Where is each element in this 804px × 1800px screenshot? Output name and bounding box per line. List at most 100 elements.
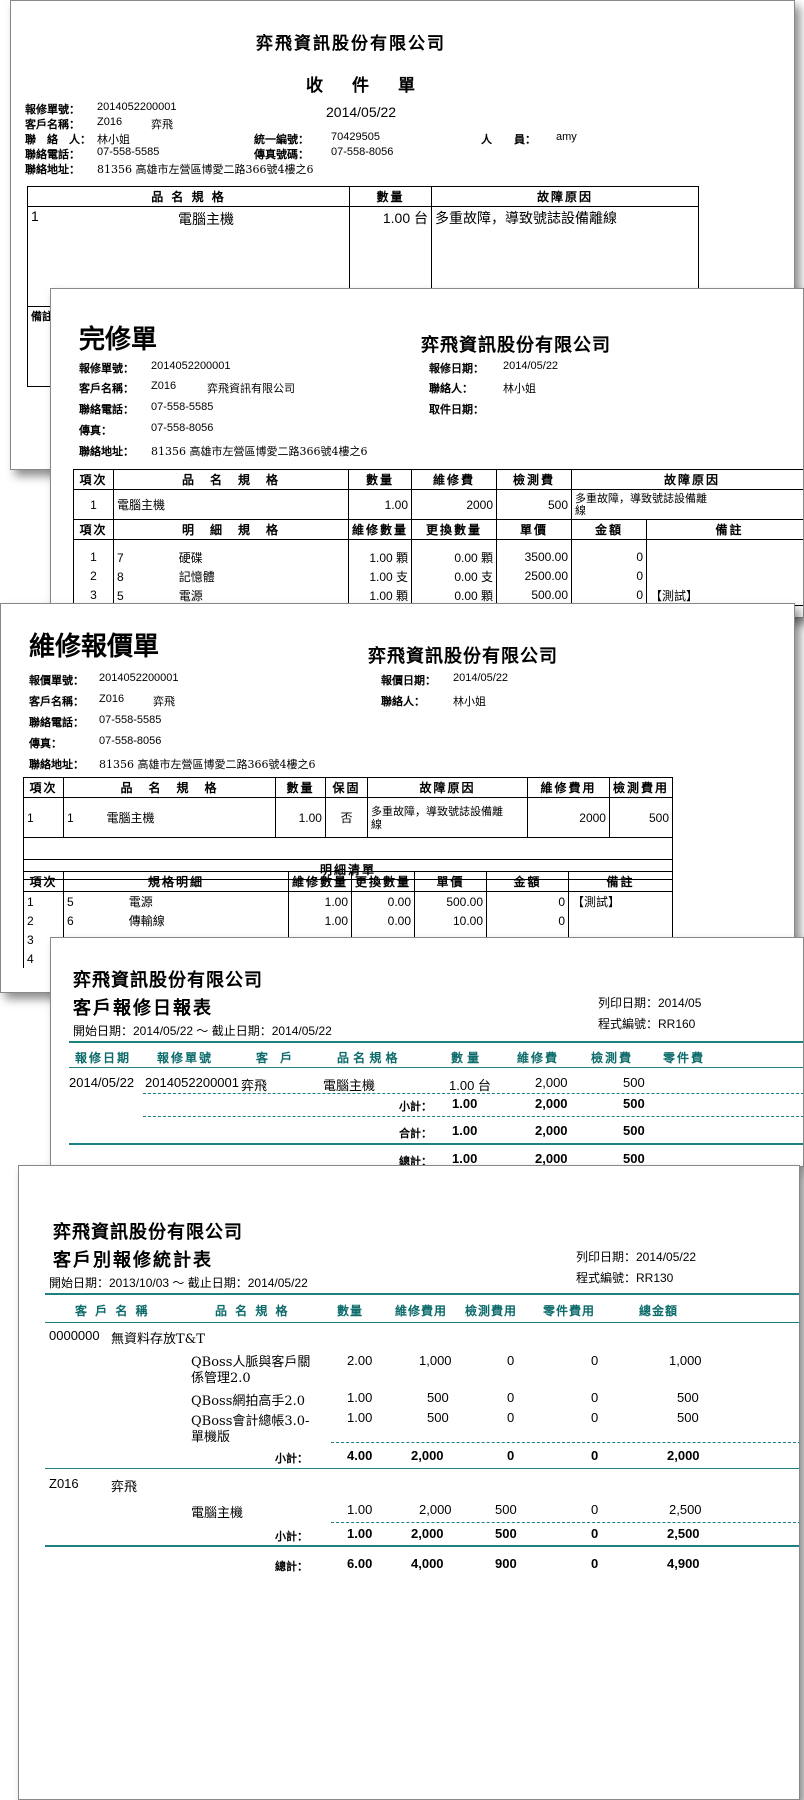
group-name: 無資料存放T&T: [111, 1332, 205, 1347]
label-addr: 聯絡地址：: [79, 445, 134, 458]
cell-replace: 0.00 顆: [411, 547, 498, 567]
label-no: 報修單號：: [25, 103, 80, 116]
cell-reason: 多重故障，導致號誌設備離: [370, 804, 503, 818]
cell-note: [646, 547, 803, 567]
cell-amount: 0: [486, 911, 570, 930]
cell-total: 500: [677, 1390, 699, 1405]
cell-replace: 0.00: [351, 911, 416, 930]
label-addr: 聯絡地址：: [25, 163, 80, 176]
subtotal-total: 2,000: [667, 1448, 700, 1463]
label-no: 報修單號：: [79, 362, 134, 375]
total-parts: 0: [591, 1556, 599, 1571]
col-note: 備註: [646, 519, 803, 540]
value-fax: 07-558-8056: [99, 735, 162, 747]
col-fee: 維修費: [517, 1051, 560, 1065]
cell-qty: 1.00 支: [347, 566, 413, 586]
value-addr: 81356 高雄市左營區博愛二路366號4樓之6: [97, 163, 314, 176]
row-item: 電腦主機: [178, 212, 234, 228]
value-addr: 81356 高雄市左營區博愛二路366號4樓之6: [99, 758, 316, 771]
value-cust-code: Z016: [151, 380, 177, 392]
table-header: 項次 品 名 規 格 數量 維修費 檢測費 故障原因: [73, 469, 803, 490]
company-name: 弈飛資訊股份有限公司: [256, 34, 446, 54]
cell-date: 2014/05/22: [69, 1075, 135, 1090]
cell-qty: 1.00: [347, 1502, 373, 1517]
cell-price: 10.00: [414, 911, 488, 930]
group-code: Z016: [49, 1476, 79, 1491]
label-cust: 客戶名稱：: [25, 118, 80, 131]
label-phone: 聯絡電話：: [25, 148, 80, 161]
value-cust-name: 弈飛: [151, 118, 173, 131]
cell-item-wrap: 係管理2.0: [191, 1371, 251, 1386]
label-qdate: 報價日期：: [381, 674, 436, 687]
cell-fee: 500: [427, 1410, 449, 1425]
cell-no: 2014052200001: [145, 1075, 239, 1090]
cell-note: [646, 566, 803, 586]
cell-reason: 多重故障，導致號誌設備離: [575, 491, 708, 505]
subtotal-fee: 2,000: [411, 1448, 444, 1463]
cell-no: 1: [23, 797, 64, 838]
sum-qty: 1.00: [452, 1123, 478, 1138]
col-cust: 客 戶: [256, 1051, 293, 1065]
cell-item: 電腦主機: [113, 489, 349, 520]
cell-item: 電腦主機: [191, 1506, 244, 1521]
label-taxid: 統一編號：: [254, 133, 309, 146]
print-date: 列印日期：2014/05/22: [576, 1250, 697, 1264]
cell-code: 1: [63, 797, 104, 838]
cell-code: 6: [67, 914, 74, 928]
col-parts: 零件費用: [543, 1304, 596, 1318]
table-row: 1 5 電源 1.00 0.00 500.00 0 【測試】: [23, 891, 673, 911]
value-rdate: 2014/05/22: [503, 360, 559, 372]
label-cust: 客戶名稱：: [29, 695, 84, 708]
value-phone: 07-558-5585: [97, 146, 160, 158]
col-replace-qty: 更換數量: [411, 519, 498, 540]
value-contact: 林小姐: [97, 133, 130, 146]
cell-replace: 0.00 支: [411, 566, 498, 586]
print-date: 列印日期：2014/05: [598, 996, 702, 1010]
row-no: 1: [31, 208, 39, 224]
cell-amount: 0: [571, 547, 648, 567]
report-period: 開始日期：2014/05/22 ～ 截止日期：2014/05/22: [73, 1024, 332, 1038]
subtotal-test: 500: [623, 1096, 645, 1111]
col-no: 項次: [73, 519, 114, 540]
col-reason: 故障原因: [366, 777, 528, 798]
cell-qty: 1.00: [287, 891, 353, 911]
subtotal-qty: 4.00: [347, 1448, 373, 1463]
cell-warranty: 否: [324, 797, 368, 838]
col-repair-qty: 維修數量: [347, 519, 413, 540]
repair-table: 項次 品 名 規 格 數量 維修費 檢測費 故障原因 1 電腦主機 1.00 2…: [73, 469, 803, 606]
col-item: 品 名 規 格: [215, 1304, 290, 1318]
subtotal-fee: 2,000: [411, 1526, 444, 1541]
col-qty: 數 量: [451, 1051, 480, 1065]
subtotal-test: 500: [495, 1526, 517, 1541]
group-code: 0000000: [49, 1328, 100, 1343]
col-price: 單價: [496, 519, 573, 540]
cell-total: 500: [677, 1410, 699, 1425]
col-fee: 維修費用: [526, 777, 610, 798]
cell-price: 3500.00: [496, 547, 573, 567]
program-no: 程式編號：RR160: [598, 1017, 696, 1031]
cell-code: 5: [117, 588, 124, 603]
col-date: 報修日期: [75, 1051, 132, 1065]
col-test: 檢測費用: [608, 777, 674, 798]
program-no: 程式編號：RR130: [576, 1271, 674, 1285]
cell-price: 2500.00: [496, 566, 573, 586]
subtotal-label: 小計：: [399, 1100, 432, 1113]
label-staff: 人 員：: [481, 133, 536, 146]
table-row: 1 電腦主機 1.00 2000 500 多重故障，導致號誌設備離線: [73, 489, 803, 520]
col-warranty: 保固: [324, 777, 368, 798]
cell-code: 5: [67, 895, 74, 909]
cell-reason-wrap: 線: [370, 817, 382, 831]
subtotal-qty: 1.00: [452, 1096, 478, 1111]
value-staff: amy: [556, 131, 577, 143]
cell-test: 500: [496, 489, 573, 520]
report-period: 開始日期：2013/10/03 ～ 截止日期：2014/05/22: [49, 1276, 308, 1290]
col-note: 備註: [568, 871, 673, 892]
col-detail: 規格明細: [63, 871, 289, 892]
cell-fee: 2000: [411, 489, 498, 520]
repair-quote-form: 維修報價單 弈飛資訊股份有限公司 報價單號： 2014052200001 客戶名…: [0, 603, 795, 993]
detail-header: 項次 明 細 規 格 維修數量 更換數量 單價 金額 備註: [73, 519, 803, 540]
col-no: 項次: [23, 777, 64, 798]
cell-cust: 弈飛: [241, 1079, 268, 1094]
label-rdate: 報修日期：: [429, 362, 484, 375]
cell-item: QBoss網拍高手2.0: [191, 1394, 306, 1409]
